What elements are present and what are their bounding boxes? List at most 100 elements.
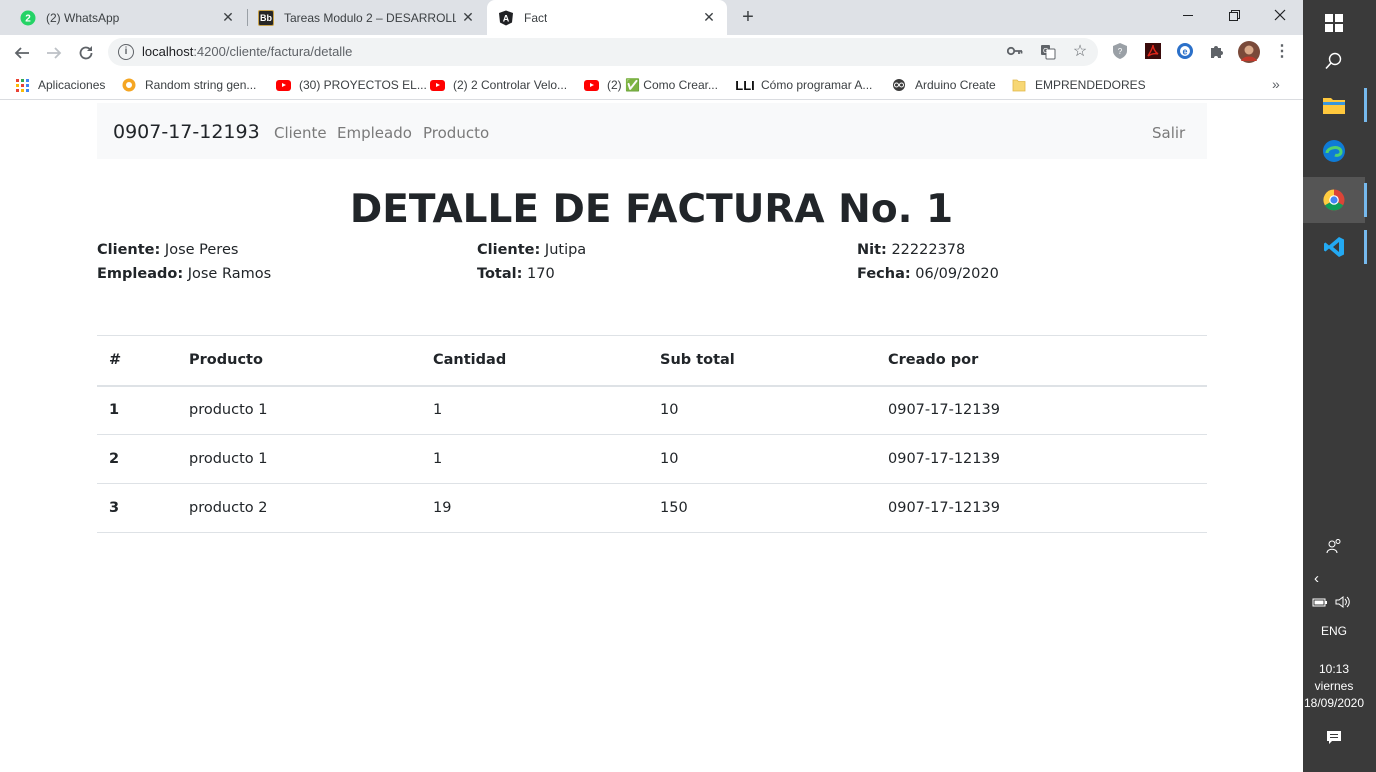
search-icon — [1325, 52, 1342, 70]
bookmarks-overflow-icon[interactable]: » — [1272, 76, 1280, 92]
bookmark-controlar-velo[interactable]: (2) 2 Controlar Velo... — [429, 77, 567, 93]
tab-title: (2) WhatsApp — [46, 10, 120, 25]
info-label: Empleado: — [97, 266, 184, 282]
table-cell: 2 — [97, 434, 177, 484]
tab-whatsapp[interactable]: 2 (2) WhatsApp ✕ — [0, 0, 246, 35]
bookmark-como-crear[interactable]: (2) ✅ Como Crear... — [583, 77, 718, 93]
extension-shield-icon[interactable]: ? — [1110, 41, 1130, 61]
bookmark-arduino[interactable]: Arduino Create — [891, 77, 996, 93]
url-text: localhost:4200/cliente/factura/detalle — [142, 44, 352, 59]
bookmark-label: (2) ✅ Como Crear... — [607, 78, 718, 92]
running-indicator — [1364, 183, 1367, 217]
lli-icon: LLI — [735, 77, 755, 93]
reload-button[interactable] — [74, 41, 98, 65]
taskbar-file-explorer[interactable] — [1303, 82, 1365, 128]
info-value: Jose Ramos — [187, 266, 272, 282]
notification-center-icon[interactable] — [1326, 730, 1342, 749]
tab-title: Fact — [524, 10, 548, 25]
running-indicator — [1364, 230, 1367, 264]
table-cell: producto 2 — [177, 483, 421, 533]
apps-icon — [14, 78, 30, 92]
site-info-icon[interactable]: i — [118, 44, 134, 60]
forward-button[interactable] — [42, 41, 66, 65]
nav-link-cliente[interactable]: Cliente — [274, 124, 327, 142]
svg-text:?: ? — [1118, 47, 1123, 56]
restore-icon — [1228, 9, 1240, 21]
tab-tareas[interactable]: Bb Tareas Modulo 2 – DESARROLLO W ✕ — [248, 0, 486, 35]
address-bar[interactable]: i localhost:4200/cliente/factura/detalle… — [108, 38, 1098, 66]
bookmark-como-programar[interactable]: LLI Cómo programar A... — [735, 77, 873, 93]
show-hidden-icons-chevron-icon[interactable]: ‹ — [1314, 570, 1319, 587]
close-window-button[interactable] — [1257, 0, 1303, 30]
bookmark-label: (2) 2 Controlar Velo... — [453, 78, 568, 92]
navbar-brand[interactable]: 0907-17-12193 — [113, 121, 260, 143]
profile-avatar[interactable] — [1237, 40, 1261, 64]
taskbar-vscode[interactable] — [1303, 224, 1365, 270]
table-cell: 3 — [97, 483, 177, 533]
reload-icon — [79, 46, 93, 60]
translate-icon[interactable]: G — [1039, 44, 1057, 60]
restore-button[interactable] — [1211, 0, 1257, 30]
new-tab-button[interactable]: + — [737, 7, 759, 29]
minimize-button[interactable] — [1165, 0, 1211, 30]
edge-icon — [1323, 140, 1345, 162]
folder-icon — [1323, 98, 1345, 114]
tab-close-icon[interactable]: ✕ — [460, 9, 476, 25]
minimize-icon — [1182, 14, 1193, 16]
svg-text:2: 2 — [25, 13, 31, 24]
table-row: 1 producto 1 1 10 0907-17-12139 — [97, 385, 1207, 435]
arduino-icon — [891, 78, 907, 92]
info-empleado: Empleado: Jose Ramos — [97, 266, 271, 282]
taskbar-chrome[interactable] — [1303, 177, 1365, 223]
chrome-menu-icon[interactable]: ⋮ — [1272, 41, 1292, 61]
whatsapp-icon: 2 — [20, 10, 36, 26]
svg-text:G: G — [1043, 48, 1048, 55]
clock-date[interactable]: 18/09/2020 — [1303, 695, 1365, 712]
logout-link[interactable]: Salir — [1152, 124, 1185, 142]
info-nit: Nit: 22222378 — [857, 242, 965, 258]
column-header: Cantidad — [421, 335, 648, 387]
search-button[interactable] — [1303, 38, 1365, 84]
clock-day[interactable]: viernes — [1303, 678, 1365, 695]
bookmark-label: Aplicaciones — [38, 78, 106, 92]
people-icon[interactable] — [1326, 538, 1342, 557]
taskbar-edge[interactable] — [1303, 128, 1365, 174]
column-header: # — [97, 335, 177, 387]
tab-fact[interactable]: A Fact ✕ — [487, 0, 727, 35]
bookmarks-bar: Aplicaciones Random string gen... (30) P… — [0, 70, 1303, 100]
acrobat-icon[interactable] — [1143, 41, 1163, 61]
tab-close-icon[interactable]: ✕ — [701, 9, 717, 25]
column-header: Producto — [177, 335, 421, 387]
close-icon — [1274, 9, 1286, 21]
folder-icon — [1011, 78, 1027, 92]
clock-time[interactable]: 10:13 — [1303, 661, 1365, 678]
bookmark-random-string[interactable]: Random string gen... — [121, 77, 256, 93]
back-button[interactable] — [10, 41, 34, 65]
battery-icon[interactable] — [1312, 596, 1328, 611]
info-value: 06/09/2020 — [915, 266, 999, 282]
idm-icon[interactable]: e — [1175, 41, 1195, 61]
table-cell: 1 — [421, 385, 648, 435]
bookmark-star-icon[interactable]: ☆ — [1071, 44, 1089, 60]
nav-link-producto[interactable]: Producto — [423, 124, 489, 142]
bookmark-label: Cómo programar A... — [761, 78, 873, 92]
table-row: 3 producto 2 19 150 0907-17-12139 — [97, 483, 1207, 533]
youtube-icon — [583, 78, 599, 92]
nav-link-empleado[interactable]: Empleado — [337, 124, 412, 142]
info-cliente: Cliente: Jose Peres — [97, 242, 238, 258]
extensions-puzzle-icon[interactable] — [1207, 41, 1227, 61]
bookmark-emprendedores[interactable]: EMPRENDEDORES — [1011, 77, 1146, 93]
volume-icon[interactable] — [1335, 595, 1351, 612]
running-indicator — [1364, 88, 1367, 122]
bookmark-proyectos[interactable]: (30) PROYECTOS EL... — [275, 77, 427, 93]
table-header-row: # Producto Cantidad Sub total Creado por — [97, 335, 1207, 387]
table-cell: 10 — [648, 385, 876, 435]
key-icon[interactable] — [1006, 44, 1024, 60]
youtube-icon — [275, 78, 291, 92]
info-label: Fecha: — [857, 266, 911, 282]
language-indicator[interactable]: ENG — [1303, 623, 1365, 640]
table-cell: 0907-17-12139 — [876, 483, 1207, 533]
bookmark-aplicaciones[interactable]: Aplicaciones — [14, 77, 105, 93]
tab-close-icon[interactable]: ✕ — [220, 9, 236, 25]
info-value: 22222378 — [891, 242, 966, 258]
